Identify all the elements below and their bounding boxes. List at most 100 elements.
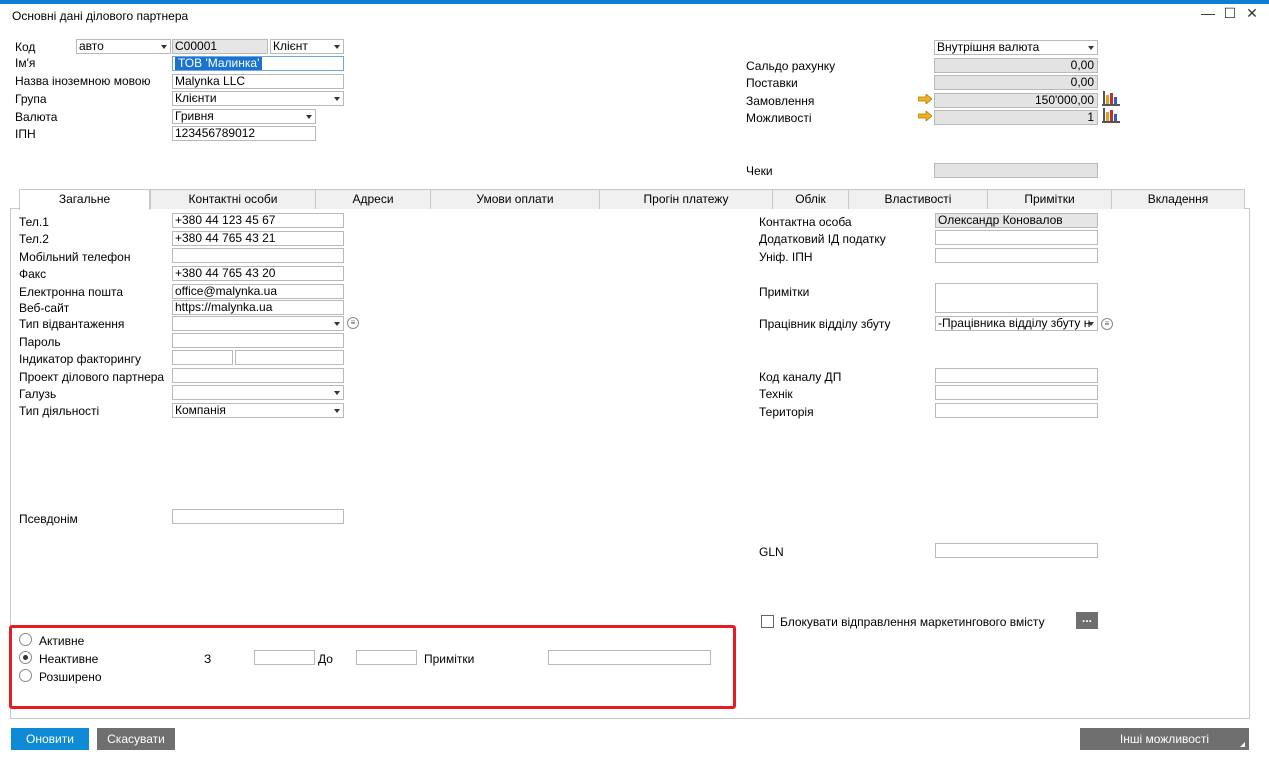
- alias-field[interactable]: [172, 509, 344, 524]
- remarks-label: Примітки: [759, 285, 810, 299]
- checks-label: Чеки: [746, 164, 773, 178]
- tab-payment-run[interactable]: Прогін платежу: [599, 189, 773, 209]
- fax-field[interactable]: +380 44 765 43 20: [172, 266, 344, 281]
- channel-code-label: Код каналу ДП: [759, 370, 842, 384]
- from-date-field[interactable]: [254, 650, 315, 665]
- sales-employee-label: Працівник відділу збуту: [759, 317, 891, 331]
- remarks-field[interactable]: [935, 283, 1098, 313]
- currency-type-select[interactable]: Внутрішня валюта: [934, 40, 1098, 55]
- unified-tax-id-label: Уніф. ІПН: [759, 250, 813, 264]
- contact-person-field[interactable]: Олександр Коновалов: [935, 213, 1098, 228]
- unified-tax-id-field[interactable]: [935, 248, 1098, 263]
- name-value: ТОВ 'Малинка': [175, 57, 263, 70]
- tab-addresses[interactable]: Адреси: [315, 189, 431, 209]
- tax-id-field[interactable]: 123456789012: [172, 126, 316, 141]
- industry-label: Галузь: [19, 387, 57, 401]
- name-label: Ім'я: [15, 56, 36, 70]
- add-tax-id-field[interactable]: [935, 230, 1098, 245]
- alias-label: Псевдонім: [19, 512, 78, 526]
- status-remarks-field[interactable]: [548, 650, 711, 665]
- currency-select[interactable]: Гривня: [172, 109, 316, 124]
- name-field[interactable]: ТОВ 'Малинка': [172, 56, 344, 71]
- block-marketing-more-button[interactable]: ...: [1076, 612, 1098, 629]
- tab-general[interactable]: Загальне: [19, 189, 150, 210]
- window-title: Основні дані ділового партнера: [12, 9, 189, 23]
- territory-field[interactable]: [935, 403, 1098, 418]
- advanced-radio[interactable]: [19, 669, 32, 682]
- password-label: Пароль: [19, 335, 61, 349]
- email-field[interactable]: office@malynka.ua: [172, 284, 344, 299]
- tax-id-label: ІПН: [15, 127, 36, 141]
- code-label: Код: [15, 40, 36, 54]
- block-marketing-label: Блокувати відправлення маркетингового вм…: [780, 615, 1045, 629]
- active-radio[interactable]: [19, 633, 32, 646]
- channel-code-field[interactable]: [935, 368, 1098, 383]
- website-field[interactable]: https://malynka.ua: [172, 300, 344, 315]
- checks-field: [934, 163, 1098, 178]
- block-marketing-checkbox[interactable]: [761, 615, 774, 628]
- from-label: З: [204, 652, 212, 666]
- cancel-button[interactable]: Скасувати: [97, 728, 175, 750]
- currency-label: Валюта: [15, 110, 58, 124]
- balance-label: Сальдо рахунку: [746, 59, 836, 73]
- factoring-label: Індикатор факторингу: [19, 352, 141, 366]
- bp-project-field[interactable]: [172, 368, 344, 383]
- advanced-label: Розширено: [39, 670, 102, 684]
- active-label: Активне: [39, 634, 85, 648]
- shipping-info-icon[interactable]: ≡: [347, 317, 359, 329]
- close-icon[interactable]: ✕: [1244, 5, 1260, 21]
- maximize-icon[interactable]: ☐: [1222, 5, 1238, 21]
- factoring-field-1[interactable]: [172, 350, 233, 365]
- bp-project-label: Проект ділового партнера: [19, 370, 165, 384]
- business-type-select[interactable]: Компанія: [172, 403, 344, 418]
- foreign-name-field[interactable]: Malynka LLC: [172, 74, 344, 89]
- business-type-label: Тип діяльності: [19, 404, 100, 418]
- tel1-label: Тел.1: [19, 215, 49, 229]
- technician-label: Технік: [759, 387, 793, 401]
- other-options-button[interactable]: Інші можливості: [1080, 728, 1249, 750]
- other-options-expand-icon: [1240, 742, 1245, 747]
- industry-select[interactable]: [172, 385, 344, 400]
- tel2-field[interactable]: +380 44 765 43 21: [172, 231, 344, 246]
- sales-employee-info-icon[interactable]: ≡: [1101, 318, 1113, 330]
- to-label: До: [318, 652, 333, 666]
- tab-accounting[interactable]: Облік: [772, 189, 849, 209]
- add-tax-id-label: Додатковий ІД податку: [759, 232, 886, 246]
- password-field[interactable]: [172, 333, 344, 348]
- email-label: Електронна пошта: [19, 285, 124, 299]
- gln-label: GLN: [759, 545, 784, 559]
- minimize-icon[interactable]: —: [1200, 5, 1216, 21]
- code-type-select[interactable]: Клієнт: [270, 39, 344, 54]
- code-series-select[interactable]: авто: [76, 39, 171, 54]
- tel1-field[interactable]: +380 44 123 45 67: [172, 213, 344, 228]
- orders-chart-icon[interactable]: [1102, 90, 1120, 106]
- to-date-field[interactable]: [356, 650, 417, 665]
- mobile-field[interactable]: [172, 248, 344, 263]
- orders-link-arrow-icon[interactable]: [918, 94, 932, 104]
- gln-field[interactable]: [935, 543, 1098, 558]
- balance-field: 0,00: [934, 58, 1098, 73]
- opportunities-link-arrow-icon[interactable]: [918, 111, 932, 121]
- fax-label: Факс: [19, 267, 47, 281]
- update-button[interactable]: Оновити: [11, 728, 89, 750]
- shipping-type-select[interactable]: [172, 316, 344, 331]
- tab-properties[interactable]: Властивості: [848, 189, 988, 209]
- status-highlight-box: [9, 625, 736, 709]
- inactive-radio[interactable]: [19, 651, 32, 664]
- tab-contacts[interactable]: Контактні особи: [150, 189, 316, 209]
- territory-label: Територія: [759, 405, 814, 419]
- opportunities-field: 1: [934, 110, 1098, 125]
- sales-employee-select[interactable]: -Працівника відділу збуту н: [935, 316, 1098, 331]
- tab-payment-terms[interactable]: Умови оплати: [430, 189, 600, 209]
- opportunities-chart-icon[interactable]: [1102, 107, 1120, 123]
- tab-remarks[interactable]: Примітки: [987, 189, 1112, 209]
- tab-attachments[interactable]: Вкладення: [1111, 189, 1245, 209]
- group-select[interactable]: Клієнти: [172, 91, 344, 106]
- website-label: Веб-сайт: [19, 301, 70, 315]
- code-field[interactable]: C00001: [172, 39, 268, 54]
- factoring-field-2[interactable]: [235, 350, 344, 365]
- opportunities-label: Можливості: [746, 111, 812, 125]
- inactive-label: Неактивне: [39, 652, 99, 666]
- technician-field[interactable]: [935, 385, 1098, 400]
- window-top-accent: [0, 0, 1269, 4]
